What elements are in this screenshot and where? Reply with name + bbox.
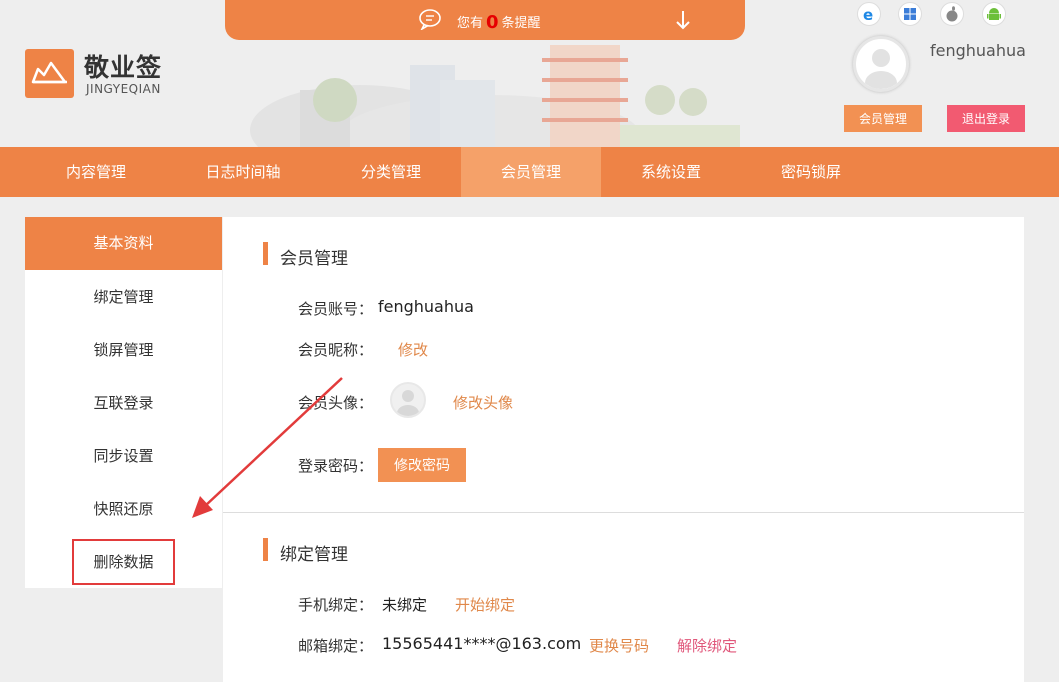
sidebar-item-connected-login[interactable]: 互联登录 — [25, 377, 222, 430]
change-avatar-link[interactable]: 修改头像 — [453, 392, 513, 413]
nav-item-member[interactable]: 会员管理 — [461, 147, 601, 197]
edit-nickname-link[interactable]: 修改 — [398, 339, 428, 360]
change-password-button[interactable]: 修改密码 — [378, 448, 466, 482]
phone-binding-label: 手机绑定： — [298, 596, 374, 614]
sidebar-item-delete-data-label: 删除数据 — [72, 539, 175, 585]
nav-item-timeline[interactable]: 日志时间轴 — [173, 147, 313, 197]
account-label: 会员账号： — [298, 300, 374, 318]
logo-icon — [25, 49, 74, 98]
start-binding-link[interactable]: 开始绑定 — [455, 594, 515, 615]
sidebar-item-sync-settings[interactable]: 同步设置 — [25, 430, 222, 483]
ie-icon[interactable]: e — [857, 2, 881, 26]
nav-item-system-settings[interactable]: 系统设置 — [601, 147, 741, 197]
notification-count: 0 — [486, 12, 499, 33]
member-management-button[interactable]: 会员管理 — [844, 105, 922, 132]
unbind-email-link[interactable]: 解除绑定 — [677, 635, 737, 656]
nav-item-password-lock[interactable]: 密码锁屏 — [741, 147, 881, 197]
notification-text: 您有 0 条提醒 — [457, 12, 541, 33]
password-label: 登录密码： — [298, 457, 374, 475]
svg-text:e: e — [863, 6, 873, 24]
sidebar-item-lock-screen[interactable]: 锁屏管理 — [25, 324, 222, 377]
nav-item-category[interactable]: 分类管理 — [321, 147, 461, 197]
email-binding-value: 15565441****@163.com — [382, 634, 582, 653]
sidebar: 基本资料 绑定管理 锁屏管理 互联登录 同步设置 快照还原 删除数据 — [25, 217, 222, 588]
sidebar-item-basic-info[interactable]: 基本资料 — [25, 217, 222, 270]
city-scenery-illustration — [250, 45, 740, 147]
main-panel: 会员管理 会员账号： fenghuahua 会员昵称： 修改 会员头像： 修改头… — [223, 217, 1024, 682]
android-icon[interactable] — [982, 2, 1006, 26]
section-marker — [263, 538, 268, 561]
nav-item-content[interactable]: 内容管理 — [26, 147, 166, 197]
section-marker — [263, 242, 268, 265]
change-email-link[interactable]: 更换号码 — [589, 635, 649, 656]
chat-bubble-icon — [419, 9, 441, 30]
logout-button[interactable]: 退出登录 — [947, 105, 1025, 132]
member-avatar — [390, 382, 426, 418]
section-divider — [223, 512, 1024, 513]
username: fenghuahua — [930, 41, 1026, 60]
sidebar-item-binding[interactable]: 绑定管理 — [25, 271, 222, 324]
main-nav: 内容管理 日志时间轴 分类管理 会员管理 系统设置 密码锁屏 — [0, 147, 1059, 197]
section-title-member: 会员管理 — [280, 249, 348, 269]
arrow-down-icon[interactable] — [671, 8, 695, 32]
nickname-label: 会员昵称： — [298, 341, 374, 359]
brand-name: 敬业签 — [84, 53, 163, 82]
windows-icon[interactable] — [898, 2, 922, 26]
brand-subtitle: JINGYEQIAN — [86, 82, 161, 96]
header: 您有 0 条提醒 敬业签 JINGYEQIAN e fenghuahua 会员管… — [0, 0, 1059, 147]
email-binding-label: 邮箱绑定： — [298, 637, 374, 655]
section-title-binding: 绑定管理 — [280, 545, 348, 565]
avatar-label: 会员头像： — [298, 394, 374, 412]
user-avatar[interactable] — [853, 36, 909, 92]
account-value: fenghuahua — [378, 297, 474, 316]
apple-icon[interactable] — [940, 2, 964, 26]
notification-bar[interactable]: 您有 0 条提醒 — [225, 0, 745, 40]
phone-binding-value: 未绑定 — [382, 596, 428, 614]
sidebar-item-snapshot-restore[interactable]: 快照还原 — [25, 483, 222, 536]
sidebar-item-delete-data[interactable]: 删除数据 — [25, 536, 222, 589]
